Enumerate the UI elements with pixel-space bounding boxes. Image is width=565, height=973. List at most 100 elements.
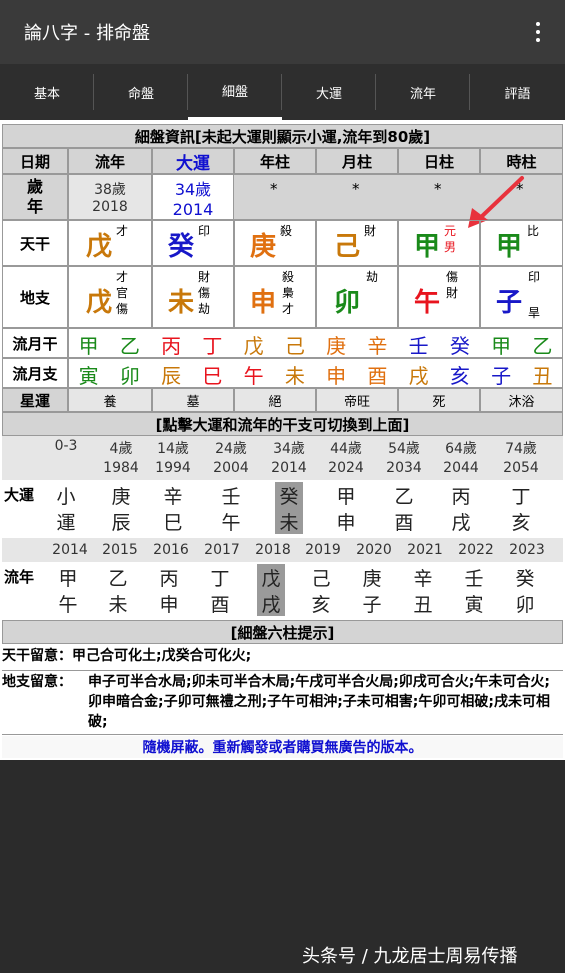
liunian-pillar[interactable]: 庚子 <box>358 564 386 616</box>
dayun-year: 1994 <box>155 460 191 476</box>
liunian-pillar[interactable]: 己亥 <box>307 564 335 616</box>
col-hour-pillar: 時柱 <box>480 148 563 174</box>
liunian-year: 2022 <box>458 542 494 558</box>
liuyue-zhi-char: 午 <box>243 364 264 388</box>
liunian-gan-char: 丙 <box>159 568 179 590</box>
dayun-pillar[interactable]: 乙酉 <box>390 482 418 534</box>
detail-panel: 細盤資訊[未起大運則顯示小運,流年到80歲] 日期 流年 大運 年柱 月柱 日柱… <box>0 120 565 760</box>
xingyun-liunian: 養 <box>68 388 152 412</box>
tab-comments[interactable]: 評語 <box>470 64 565 120</box>
xingyun-hour: 沐浴 <box>480 388 563 412</box>
tab-chart[interactable]: 命盤 <box>94 64 188 120</box>
liunian-pillar[interactable]: 丁酉 <box>206 564 234 616</box>
dayun-year: 2014 <box>271 460 307 476</box>
day-gan: 甲 <box>414 232 441 262</box>
tab-dayun[interactable]: 大運 <box>282 64 376 120</box>
liunian-pillar[interactable]: 甲午 <box>54 564 82 616</box>
dayun-zhi-char: 巳 <box>163 512 183 534</box>
dayun-pillar[interactable]: 丙戌 <box>447 482 475 534</box>
dayun-year: 2024 <box>328 460 364 476</box>
dayun-gan-char: 甲 <box>336 486 356 508</box>
dayun-pillar[interactable]: 辛巳 <box>159 482 187 534</box>
liunian-year: 2021 <box>407 542 443 558</box>
dayun-year: 1984 <box>103 460 139 476</box>
six-pillar-hint-banner: [細盤六柱提示] <box>2 620 563 644</box>
dayun-zhi-char: 戌 <box>451 512 471 534</box>
xingyun-month: 帝旺 <box>316 388 398 412</box>
dayun-pillar[interactable]: 壬午 <box>217 482 245 534</box>
liunian-pillar[interactable]: 乙未 <box>104 564 132 616</box>
dayun-pillar[interactable]: 癸未 <box>275 482 303 534</box>
dayun-gan-char: 癸 <box>279 486 299 508</box>
switch-hint-banner: [點擊大運和流年的干支可切換到上面] <box>2 412 563 436</box>
tiangan-note: 天干留意：甲己合可化土;戊癸合可化火; <box>2 648 252 664</box>
liunian-gan-char: 乙 <box>108 568 128 590</box>
dayun-age: 74歲 <box>505 441 537 457</box>
liuyue-zhi-char: 丑 <box>532 364 553 388</box>
hour-zhi: 子 <box>496 288 523 318</box>
year-zhi: 申 <box>250 288 277 318</box>
dayun-year: 2054 <box>503 460 539 476</box>
dayun-gan-char: 丙 <box>451 486 471 508</box>
liuyue-gan-char: 壬 <box>408 334 429 358</box>
tab-liunian[interactable]: 流年 <box>376 64 470 120</box>
year-star: * <box>270 180 278 198</box>
liunian-zhi-char: 戌 <box>261 594 281 616</box>
dayun-gan: 癸 <box>168 232 195 262</box>
dayun-pillar[interactable]: 甲申 <box>332 482 360 534</box>
dayun-pillar[interactable]: 丁亥 <box>507 482 535 534</box>
dayun-pillar[interactable]: 庚辰 <box>107 482 135 534</box>
col-year-pillar: 年柱 <box>234 148 316 174</box>
xingyun-day: 死 <box>398 388 480 412</box>
liunian-year: 2017 <box>204 542 240 558</box>
liunian-gan-char: 壬 <box>464 568 484 590</box>
dayun-age[interactable]: 34歲 2014 <box>152 174 234 220</box>
col-liunian: 流年 <box>68 148 152 174</box>
dayun-age: 64歲 <box>445 441 477 457</box>
overflow-menu-icon[interactable] <box>526 18 550 46</box>
liuyue-zhi-char: 戌 <box>408 364 429 388</box>
dayun-age: 14歲 <box>157 441 189 457</box>
dayun-age: 24歲 <box>215 441 247 457</box>
liunian-gan-char: 辛 <box>413 568 433 590</box>
ad-banner[interactable]: 隨機屏蔽。重新觸發或者購買無廣告的版本。 <box>2 736 563 758</box>
dayun-pillar[interactable]: 小運 <box>52 482 80 534</box>
tab-basic[interactable]: 基本 <box>0 64 94 120</box>
liunian-pillar[interactable]: 辛丑 <box>409 564 437 616</box>
col-dayun: 大運 <box>152 148 234 174</box>
liunian-year: 2014 <box>52 542 88 558</box>
month-zhi: 卯 <box>334 288 361 318</box>
year-gan: 庚 <box>250 232 277 262</box>
dayun-year: 2004 <box>213 460 249 476</box>
col-date: 日期 <box>2 148 68 174</box>
liuyue-zhi-char: 酉 <box>367 364 388 388</box>
tab-detail[interactable]: 細盤 <box>188 64 282 120</box>
liunian-zhi-char: 寅 <box>464 594 484 616</box>
day-star: * <box>434 180 442 198</box>
liunian-pillar[interactable]: 戊戌 <box>257 564 285 616</box>
dayun-age: 4歲 <box>109 441 133 457</box>
dayun-age: 0-3 <box>54 438 78 454</box>
liunian-year: 2018 <box>255 542 291 558</box>
liunian-pillar[interactable]: 壬寅 <box>460 564 488 616</box>
dayun-zhi-char: 亥 <box>511 512 531 534</box>
col-day-pillar: 日柱 <box>398 148 480 174</box>
liunian-age[interactable]: 38歲 2018 <box>68 174 152 220</box>
liunian-gan-char: 己 <box>311 568 331 590</box>
liuyue-zhi-char: 卯 <box>119 364 140 388</box>
liunian-gan-char: 戊 <box>261 568 281 590</box>
tiangan-label: 天干 <box>2 220 68 266</box>
liunian-zhi-char: 亥 <box>311 594 331 616</box>
liuyue-gan-char: 甲 <box>491 334 512 358</box>
dayun-zhi-char: 午 <box>221 512 241 534</box>
app-bar: 論八字 - 排命盤 <box>0 0 565 64</box>
liuyue-gan-char: 庚 <box>326 334 347 358</box>
liunian-year: 2020 <box>356 542 392 558</box>
liunian-gan-char: 甲 <box>58 568 78 590</box>
liunian-pillar[interactable]: 癸卯 <box>511 564 539 616</box>
dayun-age: 54歲 <box>388 441 420 457</box>
liuyue-zhi-char: 亥 <box>449 364 470 388</box>
liunian-year: 2016 <box>153 542 189 558</box>
liunian-pillar[interactable]: 丙申 <box>155 564 183 616</box>
watermark: 头条号 / 九龙居士周易传播 <box>302 946 518 967</box>
